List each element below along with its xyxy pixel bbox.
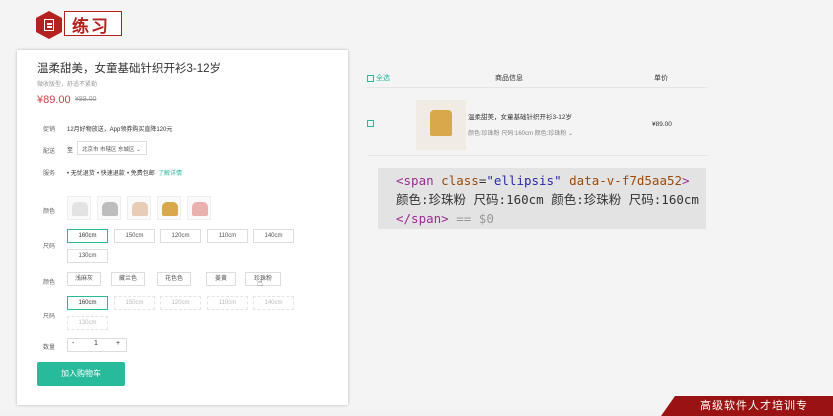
color-swatch-pink[interactable] bbox=[187, 196, 211, 220]
chevron-down-icon: ⌄ bbox=[136, 147, 141, 153]
cart-row: 温柔甜美，女童基础针织开衫3-12岁 颜色:珍珠粉 尺码:160cm 颜色:珍珠… bbox=[367, 94, 707, 156]
color-swatch-yellow[interactable] bbox=[157, 196, 181, 220]
document-icon bbox=[36, 11, 62, 39]
chevron-down-icon: ⌄ bbox=[568, 131, 574, 137]
size-option-2[interactable]: 140cm bbox=[253, 296, 294, 310]
color-swatch-gray[interactable] bbox=[67, 196, 91, 220]
size-option[interactable]: 150cm bbox=[114, 229, 155, 243]
col-price: 单价 bbox=[654, 75, 668, 82]
service-item: • 免费包邮 bbox=[127, 171, 155, 177]
color-name-option[interactable]: 花色色 bbox=[157, 272, 191, 286]
service-item: • 快速退款 bbox=[97, 171, 125, 177]
ship-label: 配送 bbox=[43, 149, 56, 155]
color-swatch-beige[interactable] bbox=[127, 196, 151, 220]
select-all-label: 全选 bbox=[376, 75, 390, 82]
item-price: ¥89.00 bbox=[652, 121, 672, 128]
product-price: ¥89.00 bbox=[37, 94, 71, 106]
size-label-2: 尺码 bbox=[43, 314, 56, 320]
size-option[interactable]: 120cm bbox=[160, 229, 201, 243]
color-swatch-darkgray[interactable] bbox=[97, 196, 121, 220]
dev-attr-value: "ellipsis" bbox=[486, 173, 562, 188]
dev-text: 颜色:珍珠粉 尺码:160cm 颜色:珍珠粉 尺码:160cm bbox=[396, 192, 699, 207]
row-checkbox[interactable] bbox=[367, 120, 374, 127]
select-all-checkbox[interactable]: 全选 bbox=[367, 73, 390, 83]
qty-plus-button[interactable]: + bbox=[116, 340, 120, 347]
checkbox-icon bbox=[367, 74, 374, 82]
ship-to: 至 bbox=[67, 148, 74, 154]
size-option[interactable]: 160cm bbox=[67, 229, 108, 243]
dev-close-bracket: > bbox=[682, 173, 690, 188]
product-old-price: ¥89.00 bbox=[75, 96, 97, 103]
cart-header: 全选 商品信息 单价 bbox=[367, 68, 707, 88]
header-title: 练习 bbox=[72, 17, 110, 36]
item-name[interactable]: 温柔甜美，女童基础针织开衫3-12岁 bbox=[468, 111, 572, 121]
product-thumbnail[interactable] bbox=[416, 100, 466, 150]
dev-open-tag: <span bbox=[396, 173, 434, 188]
size-option-2[interactable]: 120cm bbox=[160, 296, 201, 310]
product-subtitle: 微收版型，舒适不紧勒 bbox=[37, 82, 98, 88]
col-info: 商品信息 bbox=[495, 75, 523, 82]
promo-text: 12月好物放送，App领券购买直降120元 bbox=[67, 127, 173, 133]
dev-eq: == $0 bbox=[448, 211, 494, 226]
service-detail-link[interactable]: 了解详情 bbox=[158, 168, 182, 177]
hand-cursor-icon: ☝ bbox=[257, 278, 264, 289]
promo-label: 促销 bbox=[43, 127, 56, 133]
dev-attr-class: class bbox=[441, 173, 479, 188]
size-option-2[interactable]: 160cm bbox=[67, 296, 108, 310]
region-select[interactable]: 北京市 市辖区 东城区 ⌄ bbox=[77, 141, 147, 155]
color-name-option[interactable]: 姜黄 bbox=[206, 272, 236, 286]
size-option[interactable]: 110cm bbox=[207, 229, 248, 243]
product-title: 温柔甜美，女童基础针织开衫3-12岁 bbox=[37, 63, 222, 75]
size-label: 尺码 bbox=[43, 244, 56, 250]
color-name-option[interactable]: 藏兰色 bbox=[111, 272, 145, 286]
size-option[interactable]: 130cm bbox=[67, 249, 108, 263]
qty-minus-button[interactable]: - bbox=[72, 340, 74, 347]
color-label: 颜色 bbox=[43, 209, 56, 215]
slide: 练习 温柔甜美，女童基础针织开衫3-12岁 微收版型，舒适不紧勒 ¥89.00 … bbox=[0, 0, 833, 416]
devtools-element: <span class="ellipsis" data-v-f7d5aa52> … bbox=[378, 168, 706, 229]
qty-value[interactable]: 1 bbox=[94, 340, 98, 347]
size-option-2[interactable]: 150cm bbox=[114, 296, 155, 310]
region-value: 北京市 市辖区 东城区 bbox=[82, 147, 135, 153]
quantity-stepper[interactable]: - 1 + bbox=[67, 338, 127, 352]
color-label-2: 颜色 bbox=[43, 280, 56, 286]
service-label: 服务 bbox=[43, 171, 56, 177]
service-item: • 无忧退货 bbox=[67, 171, 95, 177]
product-panel: 温柔甜美，女童基础针织开衫3-12岁 微收版型，舒适不紧勒 ¥89.00 ¥89… bbox=[17, 50, 348, 405]
size-option[interactable]: 140cm bbox=[253, 229, 294, 243]
add-to-cart-button[interactable]: 加入购物车 bbox=[37, 362, 125, 386]
size-option-2[interactable]: 110cm bbox=[207, 296, 248, 310]
item-attrs[interactable]: 颜色:珍珠粉 尺码:160cm 颜色:珍珠粉 ⌄ bbox=[468, 128, 573, 137]
color-name-option[interactable]: 浅麻灰 bbox=[67, 272, 101, 286]
size-option-2[interactable]: 130cm bbox=[67, 316, 108, 330]
item-attrs-text: 颜色:珍珠粉 尺码:160cm 颜色:珍珠粉 bbox=[468, 131, 567, 137]
dev-end-tag: </span> bbox=[396, 211, 449, 226]
dev-attr-scope: data-v-f7d5aa52 bbox=[569, 173, 683, 188]
qty-label: 数量 bbox=[43, 345, 56, 351]
